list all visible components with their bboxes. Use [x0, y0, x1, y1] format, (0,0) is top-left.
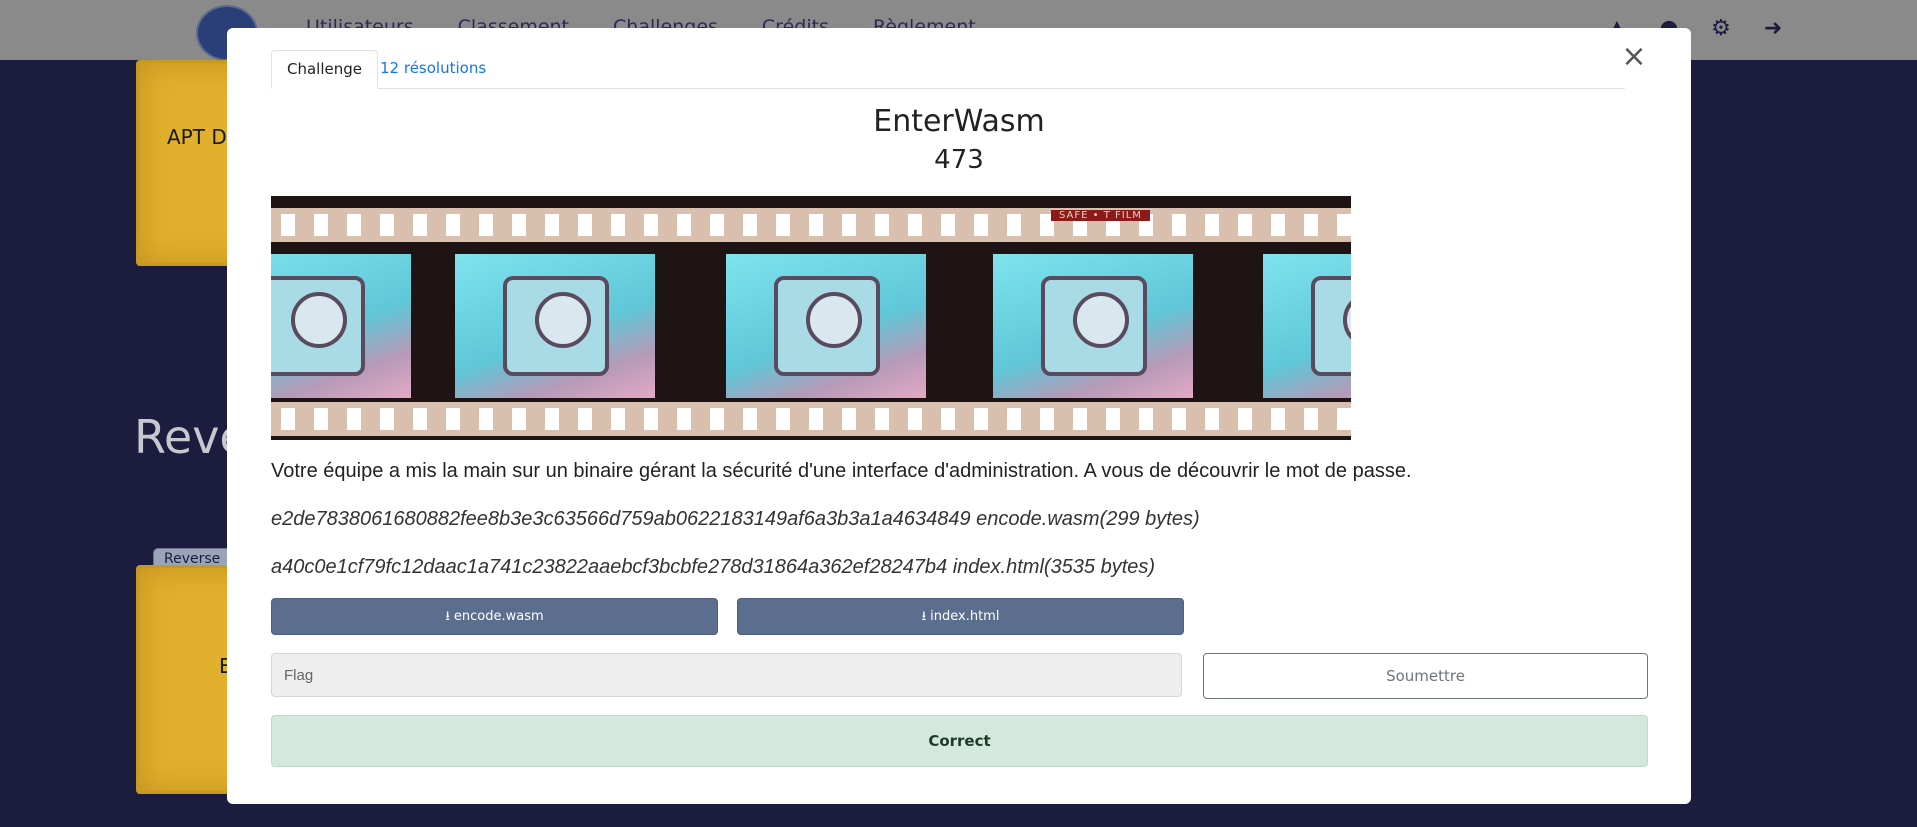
flag-input[interactable]	[271, 653, 1182, 697]
download-index-html-button[interactable]: ⭳ index.html	[737, 598, 1184, 635]
modal-tabs: Challenge 12 résolutions	[271, 50, 1625, 89]
result-notification: Correct	[271, 715, 1648, 767]
challenge-card-label: APT D	[167, 125, 227, 149]
film-frame	[726, 254, 926, 398]
logout-icon[interactable]: ➜	[1759, 16, 1787, 41]
film-frame	[455, 254, 655, 398]
gears-icon[interactable]: ⚙	[1707, 16, 1735, 41]
file-hash-index-html: a40c0e1cf79fc12daac1a741c23822aaebcf3bcb…	[271, 556, 1156, 578]
download-icon: ⭳	[921, 609, 927, 624]
challenge-modal: × Challenge 12 résolutions EnterWasm 473…	[227, 28, 1691, 804]
file-hash-encode-wasm: e2de7838061680882fee8b3e3c63566d759ab062…	[271, 508, 1200, 530]
challenge-description: Votre équipe a mis la main sur un binair…	[271, 460, 1412, 482]
film-label: SAFE • T FILM	[1051, 210, 1150, 221]
film-frame	[271, 254, 411, 398]
download-button-label: encode.wasm	[453, 609, 544, 624]
tab-challenge[interactable]: Challenge	[271, 50, 378, 89]
download-button-label: index.html	[930, 609, 1000, 624]
submit-button[interactable]: Soumettre	[1203, 653, 1648, 699]
tab-resolutions[interactable]: 12 résolutions	[365, 50, 501, 87]
challenge-points: 473	[934, 145, 984, 175]
challenge-title: EnterWasm	[873, 104, 1045, 139]
download-icon: ⭳	[445, 609, 450, 624]
film-band-bottom	[271, 402, 1351, 436]
download-encode-wasm-button[interactable]: ⭳ encode.wasm	[271, 598, 718, 635]
film-frame	[1263, 254, 1351, 398]
film-band-top: SAFE • T FILM	[271, 208, 1351, 242]
challenge-image: SAFE • T FILM	[271, 196, 1351, 440]
film-frame	[993, 254, 1193, 398]
